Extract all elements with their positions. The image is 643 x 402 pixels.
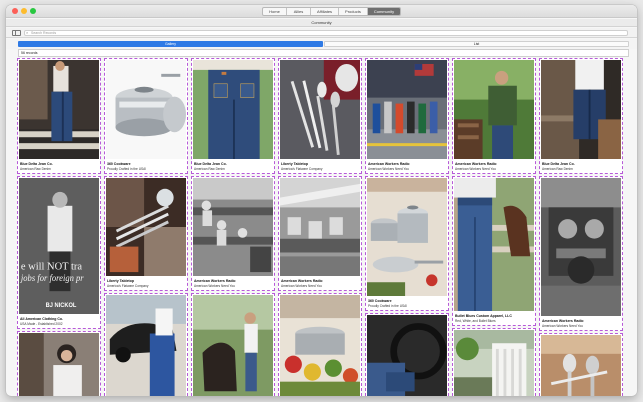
gallery-card[interactable]: 360 Cookware Proudly Crafted in the USA! bbox=[104, 58, 188, 174]
woman-photo bbox=[19, 333, 99, 396]
card-brand: Liberty Tabletop bbox=[281, 162, 308, 166]
card-tagline: USA Made - Established 2002 bbox=[20, 322, 63, 326]
porch-photo bbox=[454, 330, 534, 396]
card-brand: 360 Cookware bbox=[368, 299, 392, 303]
poster-man-photo: e will NOT tra jobs for foreign pr BJ NI… bbox=[19, 178, 99, 314]
card-tagline: American Raw Denim bbox=[542, 167, 573, 171]
gallery-card[interactable]: American Workers Radio American Workers … bbox=[452, 58, 536, 174]
records-count: 56 records bbox=[18, 49, 629, 57]
view-switcher: Gallery List bbox=[6, 39, 637, 49]
gallery-card[interactable]: American Workers Radio American Workers … bbox=[539, 176, 623, 331]
gallery-card[interactable]: Liberty Tabletop America's Flatware Comp… bbox=[278, 58, 362, 174]
gallery-card[interactable]: Bullet Blues Custom Apparel, LLC Red, Wh… bbox=[452, 176, 536, 326]
list-view-button[interactable]: List bbox=[324, 41, 629, 47]
card-brand: Bullet Blues Custom Apparel, LLC bbox=[455, 314, 512, 318]
minimize-window-button[interactable] bbox=[21, 8, 27, 14]
denim-photo bbox=[19, 60, 99, 159]
card-tagline: America's Flatware Company bbox=[281, 167, 323, 171]
card-tagline: Red, White, and Bullet Blues bbox=[455, 319, 496, 323]
card-tagline: American Workers Need You bbox=[194, 284, 235, 288]
gallery-card[interactable]: Blue Delta Jean Co. American Raw Denim bbox=[191, 58, 275, 174]
pots-photo bbox=[367, 178, 447, 296]
title-bar: Home Allies Affiliates Products Communit… bbox=[6, 5, 637, 18]
card-tagline: American Raw Denim bbox=[20, 167, 51, 171]
steering-photo bbox=[367, 315, 447, 396]
jacket-man-photo bbox=[454, 60, 534, 159]
search-input[interactable]: Search Records bbox=[24, 30, 628, 36]
gallery-card[interactable] bbox=[539, 333, 623, 396]
card-brand: All American Clothing Co. bbox=[20, 317, 64, 321]
denim-bar-photo bbox=[541, 60, 621, 159]
jeans-back-photo bbox=[193, 60, 273, 159]
card-brand: American Workers Radio bbox=[368, 162, 410, 166]
window-title: Community bbox=[6, 19, 637, 27]
gallery-card[interactable]: Liberty Tabletop America's Flatware Comp… bbox=[104, 176, 188, 291]
gallery-card[interactable] bbox=[191, 293, 275, 396]
gallery-card[interactable]: 360 Cookware Proudly Crafted in the USA! bbox=[365, 176, 449, 311]
card-tagline: American Workers Need You bbox=[368, 167, 409, 171]
card-brand: Blue Delta Jean Co. bbox=[194, 162, 227, 166]
gallery-card[interactable]: American Workers Radio American Workers … bbox=[365, 58, 449, 174]
tab-affiliates[interactable]: Affiliates bbox=[311, 8, 340, 15]
card-brand: American Workers Radio bbox=[542, 319, 584, 323]
jeans-horse-photo bbox=[454, 178, 534, 311]
gallery-card[interactable]: Blue Delta Jean Co. American Raw Denim bbox=[17, 58, 101, 174]
factory-photo bbox=[193, 178, 273, 276]
gallery-card[interactable] bbox=[17, 331, 101, 396]
poster-name: BJ NICKOL bbox=[46, 303, 77, 309]
gallery-card[interactable] bbox=[278, 293, 362, 396]
card-tagline: American Workers Need You bbox=[455, 167, 496, 171]
card-brand: 360 Cookware bbox=[107, 162, 131, 166]
card-tagline: America's Flatware Company bbox=[107, 284, 149, 288]
card-brand: Blue Delta Jean Co. bbox=[542, 162, 575, 166]
card-brand: American Workers Radio bbox=[455, 162, 497, 166]
tab-home[interactable]: Home bbox=[263, 8, 287, 15]
card-tagline: Proudly Crafted in the USA! bbox=[107, 167, 147, 171]
toolbar: Search Records bbox=[6, 28, 637, 38]
sidebar-icon[interactable] bbox=[12, 30, 21, 36]
spoons-photo bbox=[541, 335, 621, 396]
truck-photo bbox=[106, 295, 186, 396]
engine-photo bbox=[541, 178, 621, 316]
gallery-card[interactable] bbox=[104, 293, 188, 396]
card-brand: Blue Delta Jean Co. bbox=[20, 162, 53, 166]
workers-photo bbox=[367, 60, 447, 159]
assembly-photo bbox=[280, 178, 360, 276]
flatware-photo bbox=[280, 60, 360, 159]
gallery-card[interactable]: Blue Delta Jean Co. American Raw Denim bbox=[539, 58, 623, 174]
gallery-card[interactable] bbox=[452, 328, 536, 396]
card-tagline: Proudly Crafted in the USA! bbox=[368, 304, 408, 308]
tab-community[interactable]: Community bbox=[367, 8, 401, 15]
card-tagline: American Raw Denim bbox=[194, 167, 225, 171]
gallery-card[interactable] bbox=[365, 313, 449, 396]
gallery-card[interactable]: American Workers Radio American Workers … bbox=[191, 176, 275, 291]
close-window-button[interactable] bbox=[12, 8, 18, 14]
gallery-card[interactable]: e will NOT tra jobs for foreign pr BJ NI… bbox=[17, 176, 101, 329]
poster-line-1: e will NOT tra bbox=[21, 260, 82, 272]
card-brand: American Workers Radio bbox=[281, 279, 323, 283]
gallery-grid: Blue Delta Jean Co. American Raw Denim e… bbox=[16, 58, 627, 396]
card-brand: Liberty Tabletop bbox=[107, 279, 134, 283]
horse-woman-photo bbox=[193, 295, 273, 396]
layout-tabs: Home Allies Affiliates Products Communit… bbox=[262, 7, 402, 16]
gallery-card[interactable]: American Workers Radio American Workers … bbox=[278, 176, 362, 291]
zoom-window-button[interactable] bbox=[30, 8, 36, 14]
card-tagline: American Workers Need You bbox=[542, 324, 583, 328]
forks-photo bbox=[106, 178, 186, 276]
app-window: Home Allies Affiliates Products Communit… bbox=[6, 5, 637, 396]
poster-line-2: jobs for foreign pr bbox=[20, 273, 84, 283]
vegetables-photo bbox=[280, 295, 360, 396]
card-brand: American Workers Radio bbox=[194, 279, 236, 283]
tab-allies[interactable]: Allies bbox=[287, 8, 311, 15]
tab-products[interactable]: Products bbox=[339, 8, 368, 15]
gallery-view-button[interactable]: Gallery bbox=[18, 41, 323, 47]
cookware-photo bbox=[106, 60, 186, 159]
card-tagline: American Workers Need You bbox=[281, 284, 322, 288]
